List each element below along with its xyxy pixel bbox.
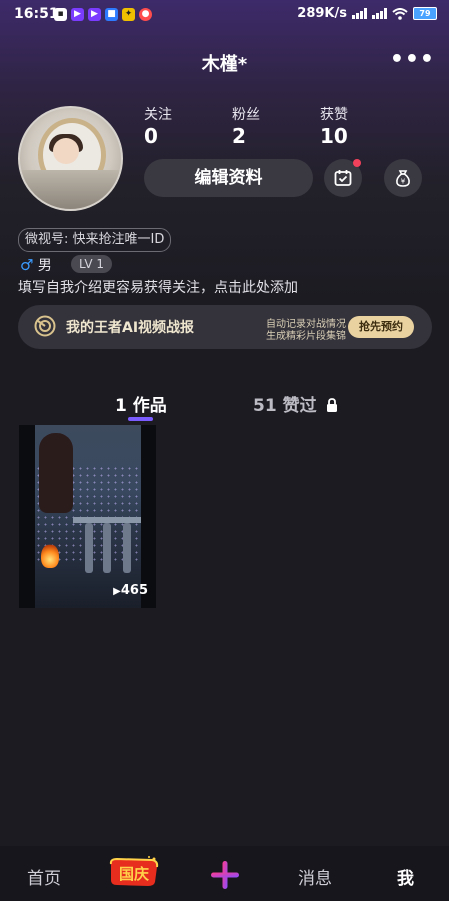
male-icon: ♂ <box>20 256 34 274</box>
nav-messages[interactable]: 消息 <box>298 864 332 889</box>
game-report-banner[interactable]: 我的王者AI视频战报 自动记录对战情况 生成精彩片段集锦 抢先预约 <box>18 305 432 349</box>
nav-me[interactable]: 我 <box>397 864 414 889</box>
banner-subtitle-2: 生成精彩片段集锦 <box>266 331 346 342</box>
page-title: 木槿* <box>201 54 248 75</box>
notification-icons: ▪ ▶ ▶ ■ ✦ ● <box>54 8 152 21</box>
level-badge: LV 1 <box>71 255 113 273</box>
followers-count[interactable]: 2 <box>232 124 246 148</box>
banner-title: 我的王者AI视频战报 <box>66 320 195 336</box>
svg-text:¥: ¥ <box>401 178 406 186</box>
wifi-icon <box>392 7 408 20</box>
following-count[interactable]: 0 <box>144 124 158 148</box>
gender-label: 男 <box>37 258 52 274</box>
money-bag-icon: ¥ <box>396 170 410 187</box>
video-app-icon: ▶ <box>71 8 84 21</box>
video-app-icon: ▶ <box>88 8 101 21</box>
status-right: 289K/s 79 <box>297 6 437 21</box>
likes-label[interactable]: 获赞 <box>320 104 348 124</box>
tab-liked[interactable]: 51 赞过 <box>253 391 338 416</box>
play-icon: ▶ <box>113 586 121 597</box>
checkin-button[interactable] <box>324 159 362 197</box>
create-plus-icon[interactable] <box>210 860 240 890</box>
gender: ♂ 男 <box>20 255 52 275</box>
tab-liked-label: 51 赞过 <box>253 396 317 416</box>
app-icon: ✦ <box>122 8 135 21</box>
wallet-button[interactable]: ¥ <box>384 159 422 197</box>
following-label[interactable]: 关注 <box>144 104 172 124</box>
avatar[interactable] <box>18 106 123 211</box>
reserve-button[interactable]: 抢先预约 <box>348 316 414 338</box>
play-count: ▶465 <box>113 583 148 598</box>
nav-home[interactable]: 首页 <box>27 864 61 889</box>
message-icon: ▪ <box>54 8 67 21</box>
tab-works[interactable]: 1 作品 <box>115 391 167 416</box>
festival-label: 国庆 <box>119 865 149 883</box>
weishi-id-badge[interactable]: 微视号: 快来抢注唯一ID <box>18 228 172 252</box>
likes-count[interactable]: 10 <box>320 124 348 148</box>
lock-icon <box>326 398 337 412</box>
app-icon: ■ <box>105 8 118 21</box>
network-speed: 289K/s <box>297 6 347 21</box>
video-thumbnail[interactable]: ▶465 <box>19 425 156 608</box>
calendar-check-icon <box>334 170 352 186</box>
edit-profile-button[interactable]: 编辑资料 <box>144 159 313 197</box>
signal-icon <box>352 8 367 19</box>
tab-active-indicator <box>128 417 153 421</box>
national-day-badge[interactable]: 国庆 <box>108 855 160 889</box>
game-logo-icon <box>34 315 56 337</box>
more-dots-icon[interactable]: ••• <box>390 47 435 72</box>
status-time: 16:51 <box>14 6 59 22</box>
followers-label[interactable]: 粉丝 <box>232 104 260 124</box>
battery-icon: 79 <box>413 7 437 20</box>
bio-placeholder[interactable]: 填写自我介绍更容易获得关注，点击此处添加 <box>18 277 298 297</box>
signal-icon <box>372 8 387 19</box>
notification-dot <box>353 159 361 167</box>
app-icon: ● <box>139 8 152 21</box>
